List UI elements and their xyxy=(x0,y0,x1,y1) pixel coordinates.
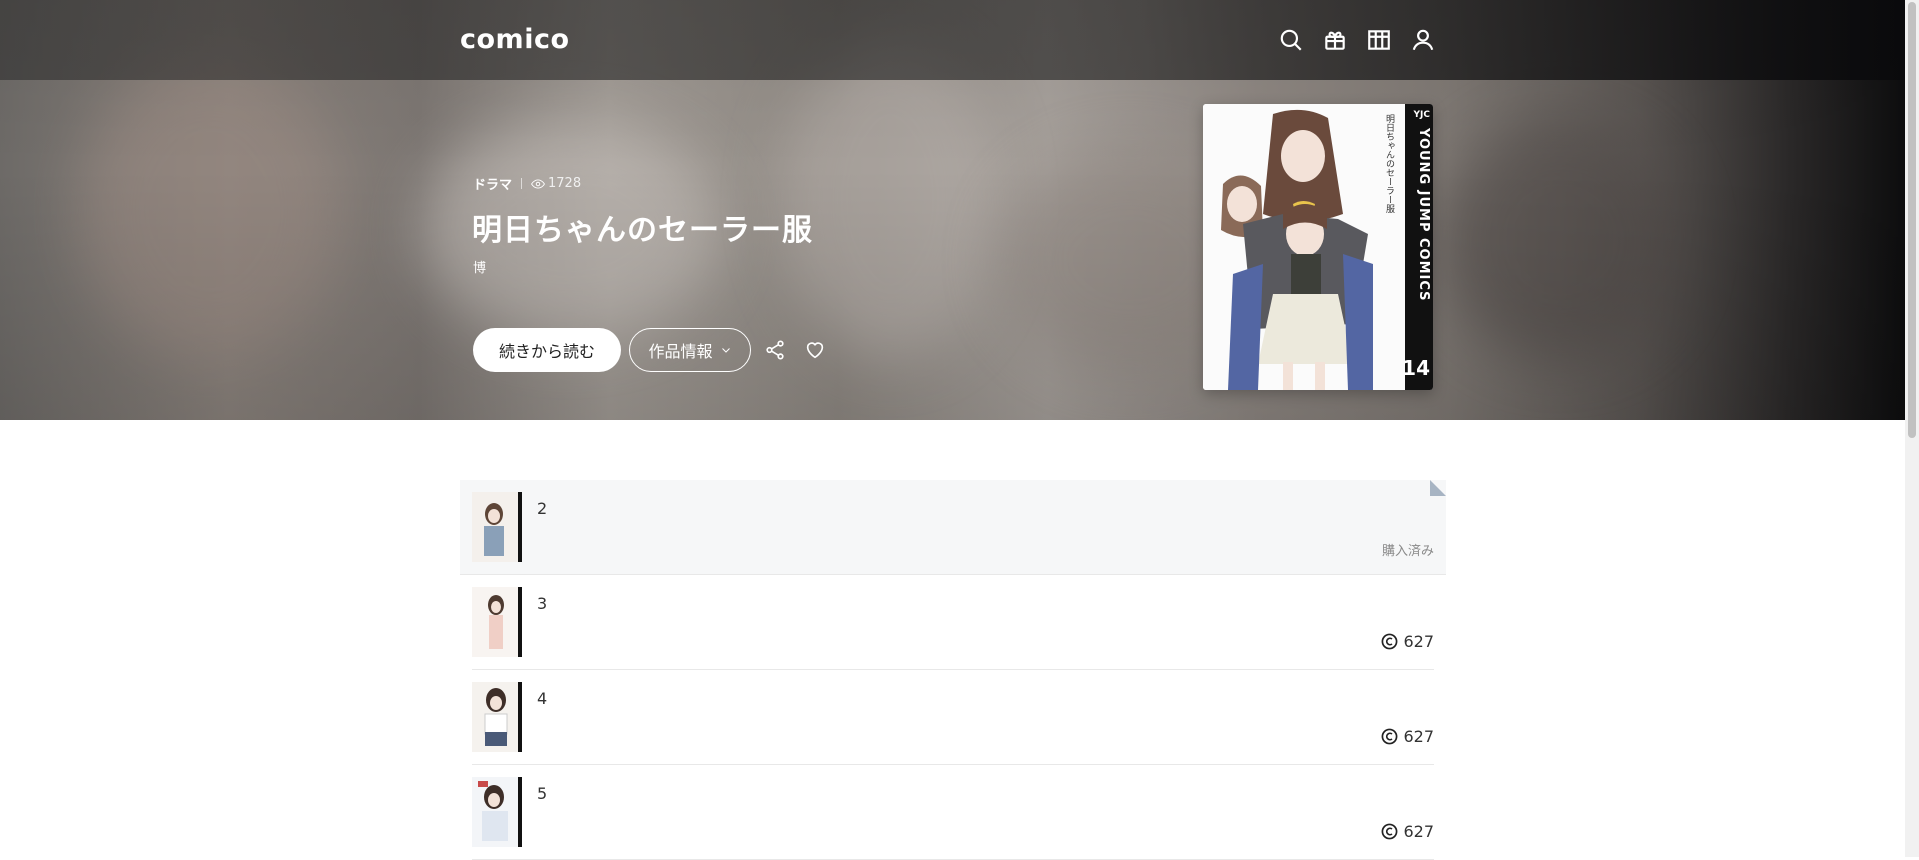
thumbnail-spine xyxy=(518,492,522,562)
coin-icon xyxy=(1382,823,1398,840)
episode-thumbnail xyxy=(472,587,522,657)
cover-vertical-title: 明日ちゃんのセーラー服 xyxy=(1384,114,1394,213)
cover-volume: 14 xyxy=(1402,356,1430,380)
episode-price-value: 627 xyxy=(1403,727,1434,746)
coin-icon xyxy=(1382,633,1398,650)
episode-thumbnail xyxy=(472,777,522,847)
episode-list: 2 購入済み 3 627 4 627 5 627 xyxy=(460,480,1446,860)
scrollbar-thumb[interactable] xyxy=(1908,2,1916,438)
author-name[interactable]: 博 xyxy=(473,257,486,276)
episode-row[interactable]: 2 購入済み xyxy=(460,480,1446,575)
continue-reading-button[interactable]: 続きから読む xyxy=(473,328,621,372)
episode-price-value: 627 xyxy=(1403,632,1434,651)
episode-price: 627 xyxy=(1381,822,1434,841)
episode-price: 627 xyxy=(1381,632,1434,651)
episode-number: 5 xyxy=(537,784,548,803)
episode-number: 2 xyxy=(537,499,548,518)
favorite-heart-icon[interactable] xyxy=(804,339,826,361)
thumbnail-spine xyxy=(518,777,522,847)
episode-row[interactable]: 5 627 xyxy=(472,765,1434,860)
search-icon[interactable] xyxy=(1278,27,1304,53)
meta-divider xyxy=(521,178,523,189)
cover-label: YJC xyxy=(1413,110,1430,120)
cover-spine-text: YOUNG JUMP COMICS xyxy=(1416,128,1431,302)
view-count-value: 1728 xyxy=(548,176,582,191)
share-icon[interactable] xyxy=(764,339,786,361)
thumbnail-spine xyxy=(518,587,522,657)
bookshelf-icon[interactable] xyxy=(1366,27,1392,53)
chevron-down-icon xyxy=(721,348,730,353)
episode-price-value: 627 xyxy=(1403,822,1434,841)
eye-icon xyxy=(531,178,545,189)
episode-number: 4 xyxy=(537,689,548,708)
work-info-label: 作品情報 xyxy=(648,342,713,361)
cover-artwork xyxy=(1203,104,1405,390)
gift-icon[interactable] xyxy=(1322,27,1348,53)
episode-price: 627 xyxy=(1381,727,1434,746)
purchased-status: 購入済み xyxy=(1381,544,1434,559)
coin-icon xyxy=(1382,728,1398,745)
work-title: 明日ちゃんのセーラー服 xyxy=(472,213,813,248)
episode-thumbnail xyxy=(472,492,522,562)
genre-label[interactable]: ドラマ xyxy=(473,174,512,193)
view-count: 1728 xyxy=(531,176,581,191)
work-info-button[interactable]: 作品情報 xyxy=(629,328,751,372)
episode-thumbnail xyxy=(472,682,522,752)
comico-logo[interactable]: comico xyxy=(460,24,570,55)
account-icon[interactable] xyxy=(1410,27,1436,53)
top-navigation: comico xyxy=(0,0,1905,80)
episode-row[interactable]: 3 627 xyxy=(472,575,1434,670)
thumbnail-spine xyxy=(518,682,522,752)
page-scrollbar[interactable] xyxy=(1905,0,1919,857)
episode-row[interactable]: 4 627 xyxy=(472,670,1434,765)
cover-image: 明日ちゃんのセーラー服 YJC YOUNG JUMP COMICS 14 xyxy=(1203,104,1433,390)
episode-number: 3 xyxy=(537,594,548,613)
work-meta: ドラマ 1728 xyxy=(473,174,581,193)
read-marker-corner xyxy=(1430,480,1446,496)
